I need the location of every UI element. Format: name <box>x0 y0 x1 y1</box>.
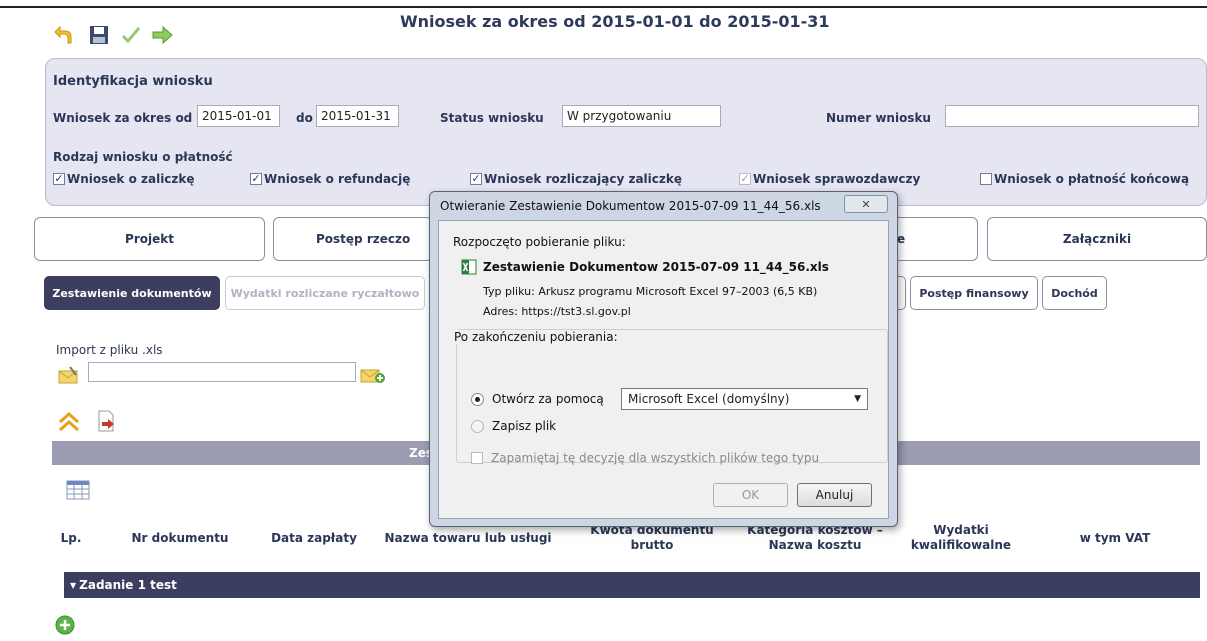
kind-refund-label: Wniosek o refundację <box>264 172 411 186</box>
status-label: Status wniosku <box>440 111 544 125</box>
checkbox-checked-icon: ✓ <box>250 172 262 185</box>
expand-triangle-icon[interactable]: ▼ <box>70 581 76 590</box>
forward-icon[interactable] <box>152 24 174 46</box>
open-with-label: Otwórz za pomocą <box>492 392 604 406</box>
task-group-label: Zadanie 1 test <box>79 578 177 592</box>
file-type-label: Typ pliku: <box>483 285 535 298</box>
export-icon[interactable] <box>96 410 118 435</box>
dialog-file-name: Zestawienie Dokumentow 2015-07-09 11_44_… <box>483 260 829 274</box>
dialog-intro: Rozpoczęto pobieranie pliku: <box>453 235 626 249</box>
subtab-zestawienie-dokumentow[interactable]: Zestawienie dokumentów <box>44 276 220 310</box>
save-file-radio[interactable]: Zapisz plik <box>471 419 556 433</box>
tab-hidden[interactable]: e <box>888 217 978 261</box>
open-with-select[interactable]: Microsoft Excel (domyślny) ▼ <box>621 388 868 410</box>
tab-projekt[interactable]: Projekt <box>34 217 265 261</box>
add-row-icon[interactable] <box>55 615 75 638</box>
dialog-close-button[interactable]: ✕ <box>844 195 888 213</box>
subtab-dochod[interactable]: Dochód <box>1042 276 1107 310</box>
file-type-value: Arkusz programu Microsoft Excel 97–2003 … <box>538 285 818 298</box>
radio-unselected-icon <box>471 419 484 433</box>
checkbox-unchecked-icon <box>980 173 992 185</box>
tab-postep-rzeczowy[interactable]: Postęp rzeczo <box>273 217 433 261</box>
checkbox-checked-icon: ✓ <box>739 172 751 185</box>
dialog-title: Otwieranie Zestawienie Dokumentow 2015-0… <box>440 199 821 213</box>
ok-button[interactable]: OK <box>713 483 788 507</box>
import-upload-icon[interactable] <box>360 364 386 387</box>
task-group-row[interactable]: ▼ Zadanie 1 test <box>64 572 1200 598</box>
period-to-label: do <box>296 111 313 125</box>
collapse-up-icon[interactable] <box>58 411 80 435</box>
period-to-field[interactable]: 2015-01-31 <box>316 105 399 127</box>
number-field[interactable] <box>945 105 1199 127</box>
attach-icon[interactable] <box>58 366 80 387</box>
dialog-body: Rozpoczęto pobieranie pliku: Zestawienie… <box>438 220 889 519</box>
close-icon: ✕ <box>861 197 871 211</box>
cancel-button[interactable]: Anuluj <box>797 483 872 507</box>
file-address-label: Adres: <box>483 305 518 318</box>
kind-advance-checkbox[interactable]: ✓ Wniosek o zaliczkę <box>53 172 195 186</box>
file-address-value: https://tst3.sl.gov.pl <box>521 305 631 318</box>
table-grid-icon[interactable] <box>66 480 90 503</box>
column-header-data-zaplaty[interactable]: Data zapłaty <box>262 515 366 561</box>
column-header-wydatki[interactable]: Wydatki kwalifikowalne <box>905 515 1017 561</box>
column-header-lp[interactable]: Lp. <box>52 515 90 561</box>
subtab-postep-finansowy[interactable]: Postęp finansowy <box>910 276 1038 310</box>
kind-label: Rodzaj wniosku o płatność <box>53 150 233 164</box>
top-border-line <box>0 6 1207 8</box>
after-download-label: Po zakończeniu pobierania: <box>451 330 621 344</box>
import-label: Import z pliku .xls <box>56 343 163 357</box>
kind-final-checkbox[interactable]: Wniosek o płatność końcową <box>980 172 1189 186</box>
tab-zalaczniki[interactable]: Załączniki <box>987 217 1207 261</box>
kind-settlement-checkbox[interactable]: ✓ Wniosek rozliczający zaliczkę <box>470 172 682 186</box>
status-field[interactable]: W przygotowaniu <box>562 105 721 127</box>
kind-refund-checkbox[interactable]: ✓ Wniosek o refundację <box>250 172 410 186</box>
checkbox-checked-icon: ✓ <box>53 172 65 185</box>
subtab-wydatki-ryczaltowo[interactable]: Wydatki rozliczane ryczałtowo <box>225 276 425 310</box>
remember-label: Zapamiętaj tę decyzję dla wszystkich pli… <box>491 451 820 465</box>
kind-report-label: Wniosek sprawozdawczy <box>753 172 921 186</box>
dialog-file-type: Typ pliku: Arkusz programu Microsoft Exc… <box>483 285 817 298</box>
save-file-label: Zapisz plik <box>492 419 557 433</box>
period-from-field[interactable]: 2015-01-01 <box>197 105 280 127</box>
kind-report-checkbox[interactable]: ✓ Wniosek sprawozdawczy <box>739 172 920 186</box>
check-icon[interactable] <box>120 24 142 46</box>
number-label: Numer wniosku <box>826 111 931 125</box>
open-with-value: Microsoft Excel (domyślny) <box>628 392 790 406</box>
identification-title: Identyfikacja wniosku <box>53 74 213 89</box>
open-with-radio[interactable]: Otwórz za pomocą <box>471 392 604 406</box>
period-label: Wniosek za okres od <box>53 111 193 125</box>
kind-settlement-label: Wniosek rozliczający zaliczkę <box>484 172 682 186</box>
download-dialog: Otwieranie Zestawienie Dokumentow 2015-0… <box>429 191 898 527</box>
page-title: Wniosek za okres od 2015-01-01 do 2015-0… <box>400 12 830 31</box>
remember-checkbox[interactable]: Zapamiętaj tę decyzję dla wszystkich pli… <box>471 451 819 465</box>
dialog-file-address: Adres: https://tst3.sl.gov.pl <box>483 305 631 318</box>
excel-file-icon <box>461 259 477 278</box>
checkbox-unchecked-icon <box>471 452 483 464</box>
kind-advance-label: Wniosek o zaliczkę <box>67 172 195 186</box>
column-header-nr-dokumentu[interactable]: Nr dokumentu <box>110 515 250 561</box>
undo-icon[interactable] <box>52 24 74 46</box>
checkbox-checked-icon: ✓ <box>470 172 482 185</box>
radio-selected-icon <box>471 392 484 406</box>
save-icon[interactable] <box>88 24 110 46</box>
kind-final-label: Wniosek o płatność końcową <box>994 172 1190 186</box>
dropdown-arrow-icon: ▼ <box>854 394 861 404</box>
import-file-field[interactable] <box>88 362 356 382</box>
column-header-vat[interactable]: w tym VAT <box>1060 515 1170 561</box>
